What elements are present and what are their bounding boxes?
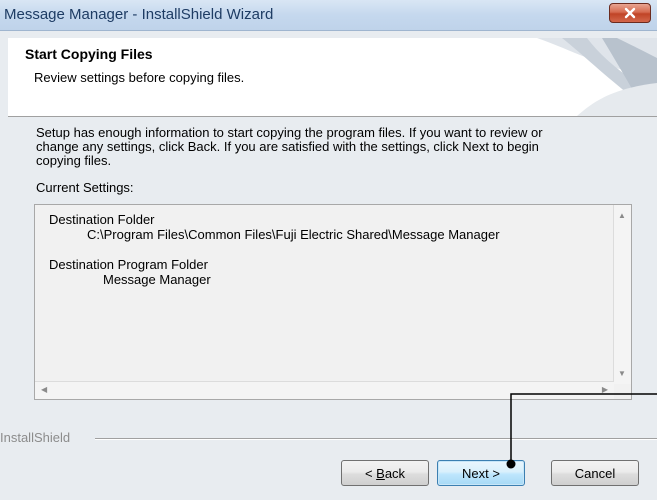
wizard-header-panel: Start Copying Files Review settings befo… xyxy=(8,38,657,117)
back-button-rest: ack xyxy=(384,465,406,481)
header-subtitle: Review settings before copying files. xyxy=(34,70,245,85)
cancel-button[interactable]: Cancel xyxy=(551,460,639,486)
close-icon xyxy=(624,7,636,19)
scroll-right-arrow-icon[interactable]: ▶ xyxy=(602,385,608,394)
program-folder-label: Destination Program Folder xyxy=(49,257,208,272)
back-button-prefix: < xyxy=(364,465,377,481)
scroll-left-arrow-icon[interactable]: ◀ xyxy=(41,385,47,394)
header-title: Start Copying Files xyxy=(25,46,153,62)
current-settings-box[interactable]: Destination Folder C:\Program Files\Comm… xyxy=(34,204,632,400)
description-line: copying files. xyxy=(36,153,112,168)
window-title: Message Manager - InstallShield Wizard xyxy=(4,6,274,23)
cancel-button-label: Cancel xyxy=(574,465,616,481)
next-button-label: Next > xyxy=(462,465,500,481)
settings-content: Destination Folder C:\Program Files\Comm… xyxy=(49,212,500,287)
program-folder-value: Message Manager xyxy=(103,272,211,287)
destination-folder-label: Destination Folder xyxy=(49,212,155,227)
description-line: change any settings, click Back. If you … xyxy=(36,139,539,154)
footer-separator xyxy=(95,438,657,440)
scroll-up-arrow-icon[interactable]: ▲ xyxy=(618,211,626,220)
installshield-header-art xyxy=(537,38,657,116)
back-button[interactable]: < Back xyxy=(341,460,429,486)
installshield-brand-label: InstallShield xyxy=(0,430,71,445)
horizontal-scrollbar[interactable]: ◀ ▶ xyxy=(35,381,614,399)
title-bar[interactable]: Message Manager - InstallShield Wizard xyxy=(0,0,657,31)
installshield-wizard-window: Message Manager - InstallShield Wizard S… xyxy=(0,0,657,500)
description-line: Setup has enough information to start co… xyxy=(36,125,543,140)
destination-folder-value: C:\Program Files\Common Files\Fuji Elect… xyxy=(87,227,500,242)
current-settings-label: Current Settings: xyxy=(36,180,134,195)
description-text: Setup has enough information to start co… xyxy=(36,126,626,168)
vertical-scrollbar[interactable]: ▲ ▼ xyxy=(613,205,631,384)
next-button[interactable]: Next > xyxy=(437,460,525,486)
close-button[interactable] xyxy=(609,3,651,23)
scroll-down-arrow-icon[interactable]: ▼ xyxy=(618,369,626,378)
back-button-accelerator: B xyxy=(376,465,385,481)
